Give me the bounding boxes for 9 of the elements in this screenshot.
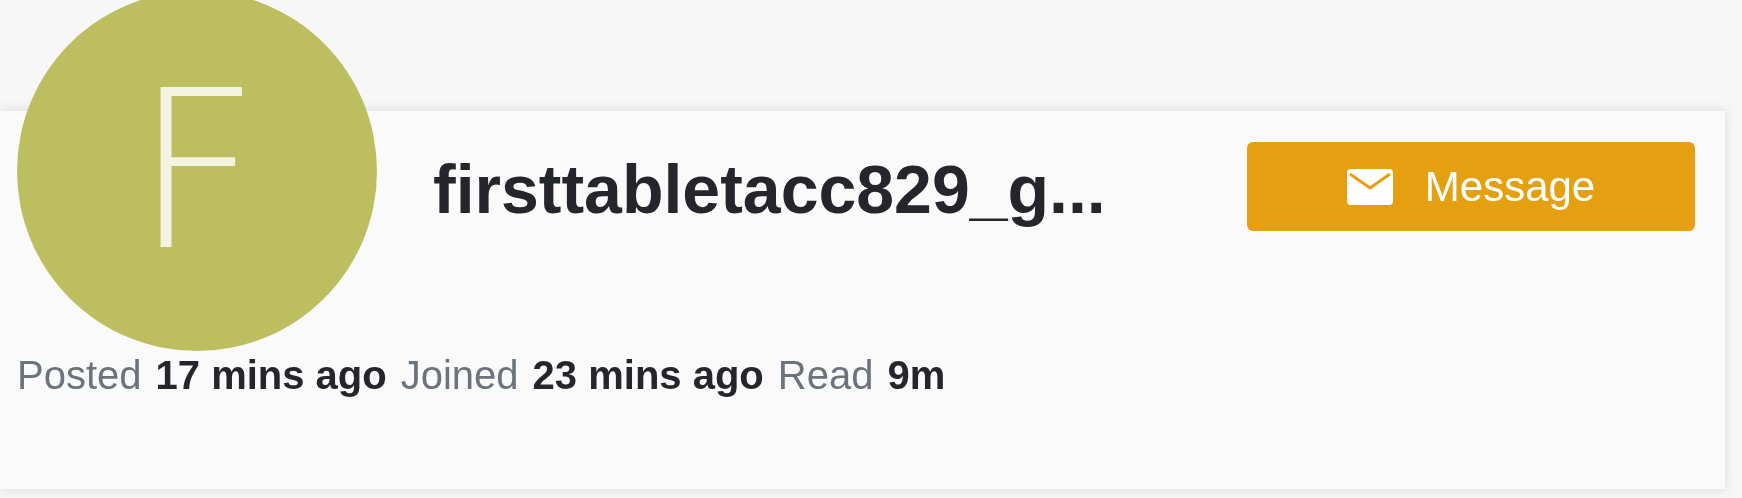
stat-value: 17 mins ago: [155, 352, 387, 399]
message-button[interactable]: Message: [1247, 142, 1695, 231]
username: firsttabletacc829_g...: [433, 150, 1106, 229]
stat-value: 23 mins ago: [532, 352, 764, 399]
stat-label: Joined: [400, 352, 519, 399]
stat-label: Read: [777, 352, 874, 399]
stat-value: 9m: [887, 352, 946, 399]
stat-label: Posted: [17, 352, 142, 399]
envelope-icon: [1346, 168, 1393, 205]
